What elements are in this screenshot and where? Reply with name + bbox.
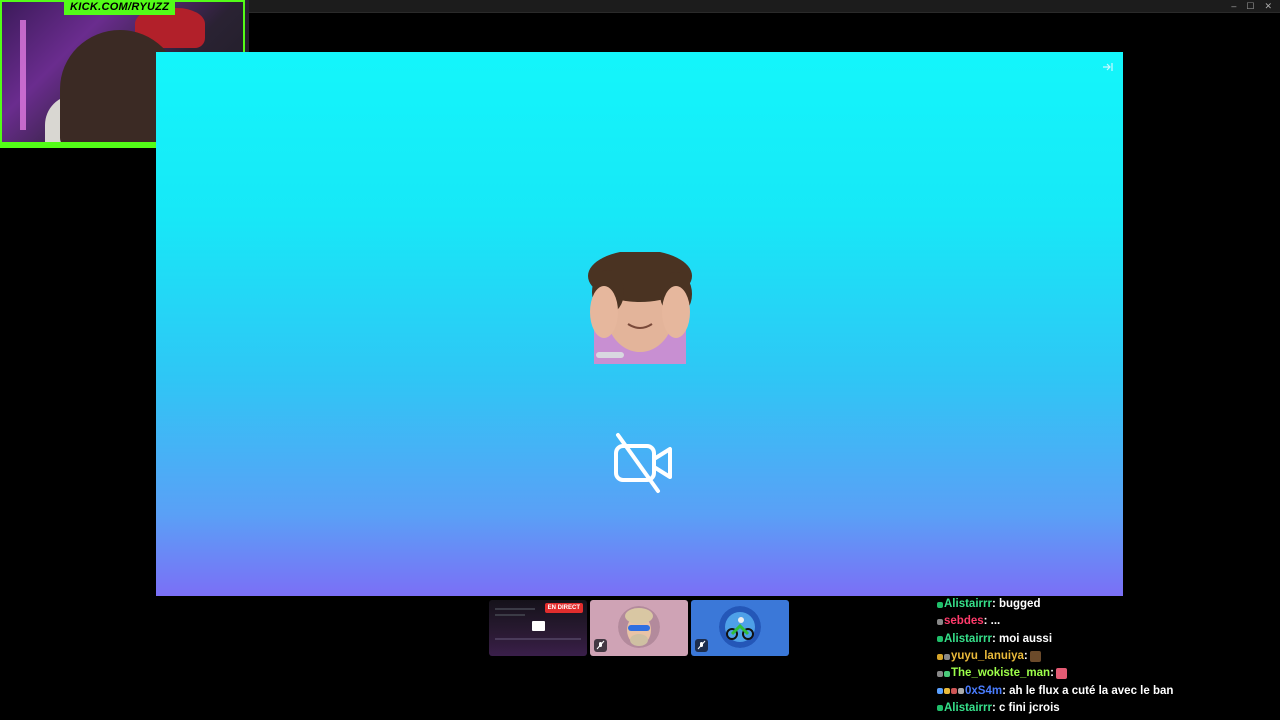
- user-badges: [937, 636, 943, 643]
- mic-muted-icon: [594, 639, 607, 652]
- badge-icon: [944, 653, 950, 660]
- participant-thumbnail[interactable]: [691, 600, 789, 656]
- chat-message: Alistairrr: c fini jcrois: [937, 700, 1277, 717]
- user-badges: [937, 670, 950, 677]
- badge-icon: [937, 601, 943, 608]
- chat-message: sebdes: ...: [937, 613, 1277, 630]
- participant-avatar: [618, 606, 660, 648]
- chat-message: yuyu_lanuiya:: [937, 648, 1277, 665]
- badge-icon: [958, 688, 964, 695]
- tv-icon: [532, 621, 545, 631]
- minimize-button[interactable]: –: [1231, 0, 1236, 12]
- camera-off-icon: [614, 433, 672, 493]
- chat-text: : bugged: [991, 598, 1041, 611]
- chat-overlay: Alistairrr: bugged sebdes: ... Alistairrr:…: [937, 596, 1277, 717]
- maximize-button[interactable]: ☐: [1246, 0, 1254, 12]
- chat-username[interactable]: Alistairrr: [944, 631, 992, 648]
- badge-icon: [944, 688, 950, 695]
- ui-line: [495, 608, 535, 610]
- chat-username[interactable]: sebdes: [944, 613, 984, 630]
- chat-text: : c fini jcrois: [991, 701, 1060, 714]
- channel-label: KICK.COM/RYUZZ: [64, 0, 176, 15]
- badge-icon: [937, 636, 943, 643]
- user-badges: [937, 653, 950, 660]
- user-badges: [937, 688, 964, 695]
- participant-thumbnail[interactable]: [590, 600, 688, 656]
- chat-username[interactable]: Alistairrr: [944, 700, 992, 717]
- user-badges: [937, 618, 943, 625]
- chat-username[interactable]: yuyu_lanuiya: [951, 648, 1024, 665]
- chat-username[interactable]: 0xS4m: [965, 683, 1002, 700]
- chat-username[interactable]: The_wokiste_man: [951, 665, 1050, 682]
- live-badge: EN DIRECT: [544, 603, 583, 613]
- participant-avatar: [719, 606, 761, 648]
- badge-icon: [937, 618, 943, 625]
- chat-text: :: [1050, 667, 1054, 680]
- user-badges: [937, 705, 943, 712]
- ui-line: [495, 614, 525, 616]
- emote-icon: [1029, 651, 1041, 663]
- chat-message: 0xS4m: ah le flux a cuté la avec le ban: [937, 682, 1277, 699]
- participant-avatar: [588, 252, 692, 364]
- badge-icon: [944, 670, 950, 677]
- exit-fullscreen-icon[interactable]: [1101, 60, 1115, 74]
- chat-message: Alistairrr: moi aussi: [937, 631, 1277, 648]
- user-badges: [937, 601, 943, 608]
- badge-icon: [951, 688, 957, 695]
- chat-message: The_wokiste_man:: [937, 665, 1277, 682]
- chat-username[interactable]: Alistairrr: [944, 596, 992, 613]
- participant-strip: EN DIRECT: [489, 600, 789, 656]
- emote-icon: [1055, 668, 1067, 680]
- window-controls: – ☐ ✕: [1231, 0, 1272, 12]
- chat-text: : moi aussi: [991, 632, 1053, 645]
- badge-icon: [937, 688, 943, 695]
- mic-muted-icon: [695, 639, 708, 652]
- badge-icon: [937, 670, 943, 677]
- screen-share-thumbnail[interactable]: EN DIRECT: [489, 600, 587, 656]
- close-button[interactable]: ✕: [1264, 0, 1272, 12]
- badge-icon: [937, 705, 943, 712]
- ui-line: [495, 638, 581, 640]
- chat-message: Alistairrr: bugged: [937, 596, 1277, 613]
- chat-text: :: [1023, 650, 1028, 663]
- chat-text: : ...: [983, 615, 1001, 628]
- call-stage: [156, 52, 1123, 596]
- badge-icon: [937, 653, 943, 660]
- chat-text: : ah le flux a cuté la avec le ban: [1002, 684, 1174, 697]
